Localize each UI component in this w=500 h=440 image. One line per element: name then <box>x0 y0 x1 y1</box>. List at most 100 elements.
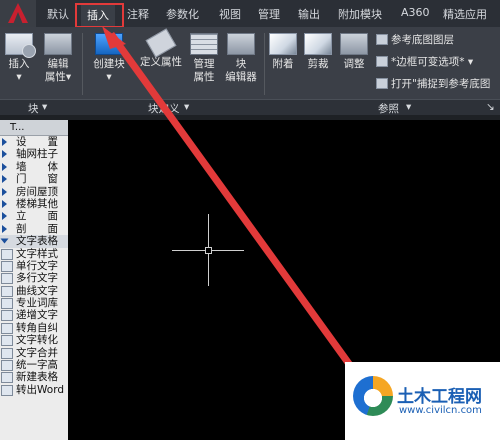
ribbon-separator <box>82 33 83 95</box>
palette-item-glossary[interactable]: 专业词库 <box>0 297 68 310</box>
palette-item-doors-windows[interactable]: 门 窗 <box>0 173 68 185</box>
edit-attribute-icon <box>44 33 72 55</box>
palette-item-unify-height[interactable]: 统一字高 <box>0 359 68 372</box>
palette-item-elevation[interactable]: 立 面 <box>0 210 68 222</box>
palette-item-curve-text[interactable]: 曲线文字 <box>0 285 68 297</box>
palette-item-settings[interactable]: 设 置 <box>0 136 68 148</box>
ribbon-panel-titles: 块 ▾ 块定义 ▾ 参照 ▾ ↘ <box>0 99 500 115</box>
attach-label: 附着 <box>272 58 294 70</box>
edit-attribute-button[interactable]: 编辑 属性▾ <box>40 33 76 84</box>
palette-item-label: 单行文字 <box>16 259 58 272</box>
tag-icon <box>145 28 177 58</box>
create-block-button[interactable]: 创建块 ▾ <box>88 33 130 84</box>
glossary-icon <box>1 298 13 310</box>
tab-featured-apps[interactable]: 精选应用 <box>443 6 487 22</box>
block-editor-icon <box>227 33 255 55</box>
panel-title-reference[interactable]: 参照 <box>378 101 399 116</box>
insert-block-icon <box>5 33 36 58</box>
manage-attr-label-2: 属性 <box>193 71 215 83</box>
dropdown-arrow-icon: ▾ <box>106 71 112 83</box>
manage-attr-label-1: 管理 <box>193 58 215 70</box>
palette-item-section[interactable]: 剖 面 <box>0 223 68 235</box>
tab-output[interactable]: 输出 <box>298 6 320 22</box>
autocad-logo-icon <box>8 3 28 23</box>
tab-parametric[interactable]: 参数化 <box>166 6 199 22</box>
expand-arrow-icon <box>2 175 7 184</box>
text-convert-icon <box>1 335 13 347</box>
palette-item-text-convert[interactable]: 文字转化 <box>0 334 68 347</box>
panel-launcher-icon[interactable]: ↘ <box>486 101 495 113</box>
palette-item-label: 设 置 <box>16 136 58 148</box>
dropdown-arrow-icon[interactable]: ▾ <box>42 101 47 113</box>
corner-correct-icon <box>1 322 13 334</box>
dropdown-arrow-icon: ▾ <box>16 71 22 83</box>
expand-arrow-icon <box>2 199 7 208</box>
dropdown-arrow-icon: ▾ <box>65 71 72 83</box>
frame-icon <box>376 56 388 67</box>
multiline-text-icon <box>1 273 13 285</box>
palette-item-rooms-roofs[interactable]: 房间屋顶 <box>0 186 68 198</box>
watermark-title: 土木工程网 <box>397 387 482 407</box>
tab-annotate[interactable]: 注释 <box>127 6 149 22</box>
dropdown-arrow-icon: ▾ <box>464 56 474 68</box>
adjust-button[interactable]: 调整 <box>338 33 370 71</box>
panel-title-block-definition[interactable]: 块定义 <box>148 101 180 116</box>
palette-item-export-word[interactable]: 转出Word <box>0 384 68 396</box>
create-block-icon <box>95 33 123 55</box>
define-attribute-button[interactable]: 定义属性 <box>136 28 186 69</box>
layers-icon <box>376 34 388 45</box>
tab-view[interactable]: 视图 <box>219 6 241 22</box>
edit-attr-label-2: 属性 <box>44 71 66 83</box>
clip-button[interactable]: 剪裁 <box>302 33 334 71</box>
tab-addins[interactable]: 附加模块 <box>338 6 382 22</box>
dropdown-arrow-icon[interactable]: ▾ <box>406 101 411 113</box>
curve-text-icon <box>1 285 13 297</box>
palette-item-label: 统一字高 <box>16 359 58 372</box>
palette-item-label: 轴网柱子 <box>16 148 58 161</box>
palette-item-single-line-text[interactable]: 单行文字 <box>0 260 68 272</box>
dropdown-arrow-icon[interactable]: ▾ <box>184 101 189 113</box>
insert-button[interactable]: 插入 ▾ <box>2 33 36 84</box>
ribbon-tab-strip: 默认 插入 注释 参数化 视图 管理 输出 附加模块 A360 精选应用 <box>0 0 500 28</box>
palette-item-text-tables[interactable]: 文字表格 <box>0 235 68 248</box>
clip-label: 剪裁 <box>307 58 329 70</box>
text-style-icon <box>1 248 13 260</box>
insert-label: 插入 <box>8 58 30 70</box>
palette-item-text-style[interactable]: 文字样式 <box>0 248 68 260</box>
palette-item-label: 文字合并 <box>16 346 58 359</box>
palette-item-corner-correct[interactable]: 转角自纠 <box>0 322 68 334</box>
tab-default[interactable]: 默认 <box>47 6 69 22</box>
palette-item-new-table[interactable]: 新建表格 <box>0 371 68 384</box>
panel-title-block[interactable]: 块 <box>28 101 39 116</box>
tab-a360[interactable]: A360 <box>401 6 430 19</box>
palette-item-walls[interactable]: 墙 体 <box>0 161 68 173</box>
palette-item-text-merge[interactable]: 文字合并 <box>0 347 68 359</box>
palette-item-label: 墙 体 <box>16 160 58 173</box>
palette-item-axis-columns[interactable]: 轴网柱子 <box>0 148 68 160</box>
frame-variable-dropdown[interactable]: *边框可变选项* ▾ <box>376 54 473 69</box>
application-menu-button[interactable] <box>0 0 36 27</box>
snap-to-underlay-button[interactable]: 打开"捕捉到参考底图 <box>376 76 490 91</box>
palette-header[interactable]: T... <box>0 120 68 136</box>
palette-item-stairs-other[interactable]: 楼梯其他 <box>0 198 68 210</box>
expand-arrow-icon <box>2 138 7 146</box>
underlay-layers-button[interactable]: 参考底图图层 <box>376 32 454 47</box>
create-block-label: 创建块 <box>93 58 125 70</box>
manage-attributes-button[interactable]: 管理 属性 <box>188 33 220 84</box>
palette-item-multiline-text[interactable]: 多行文字 <box>0 272 68 285</box>
pickbox-icon <box>205 247 212 254</box>
edit-attr-label-1: 编辑 <box>47 58 69 70</box>
attach-button[interactable]: 附着 <box>268 33 298 71</box>
block-editor-button[interactable]: 块 编辑器 <box>222 33 260 84</box>
palette-item-label: 递增文字 <box>16 309 58 322</box>
adjust-icon <box>340 33 368 55</box>
new-table-icon <box>1 372 13 384</box>
word-icon <box>1 384 13 396</box>
palette-item-label: 专业词库 <box>16 297 58 310</box>
palette-item-increment-text[interactable]: 递增文字 <box>0 309 68 322</box>
tab-manage[interactable]: 管理 <box>258 6 280 22</box>
adjust-label: 调整 <box>343 58 365 70</box>
tab-insert[interactable]: 插入 <box>81 4 115 28</box>
expand-arrow-icon <box>2 224 7 233</box>
palette-item-label: 多行文字 <box>16 272 58 285</box>
